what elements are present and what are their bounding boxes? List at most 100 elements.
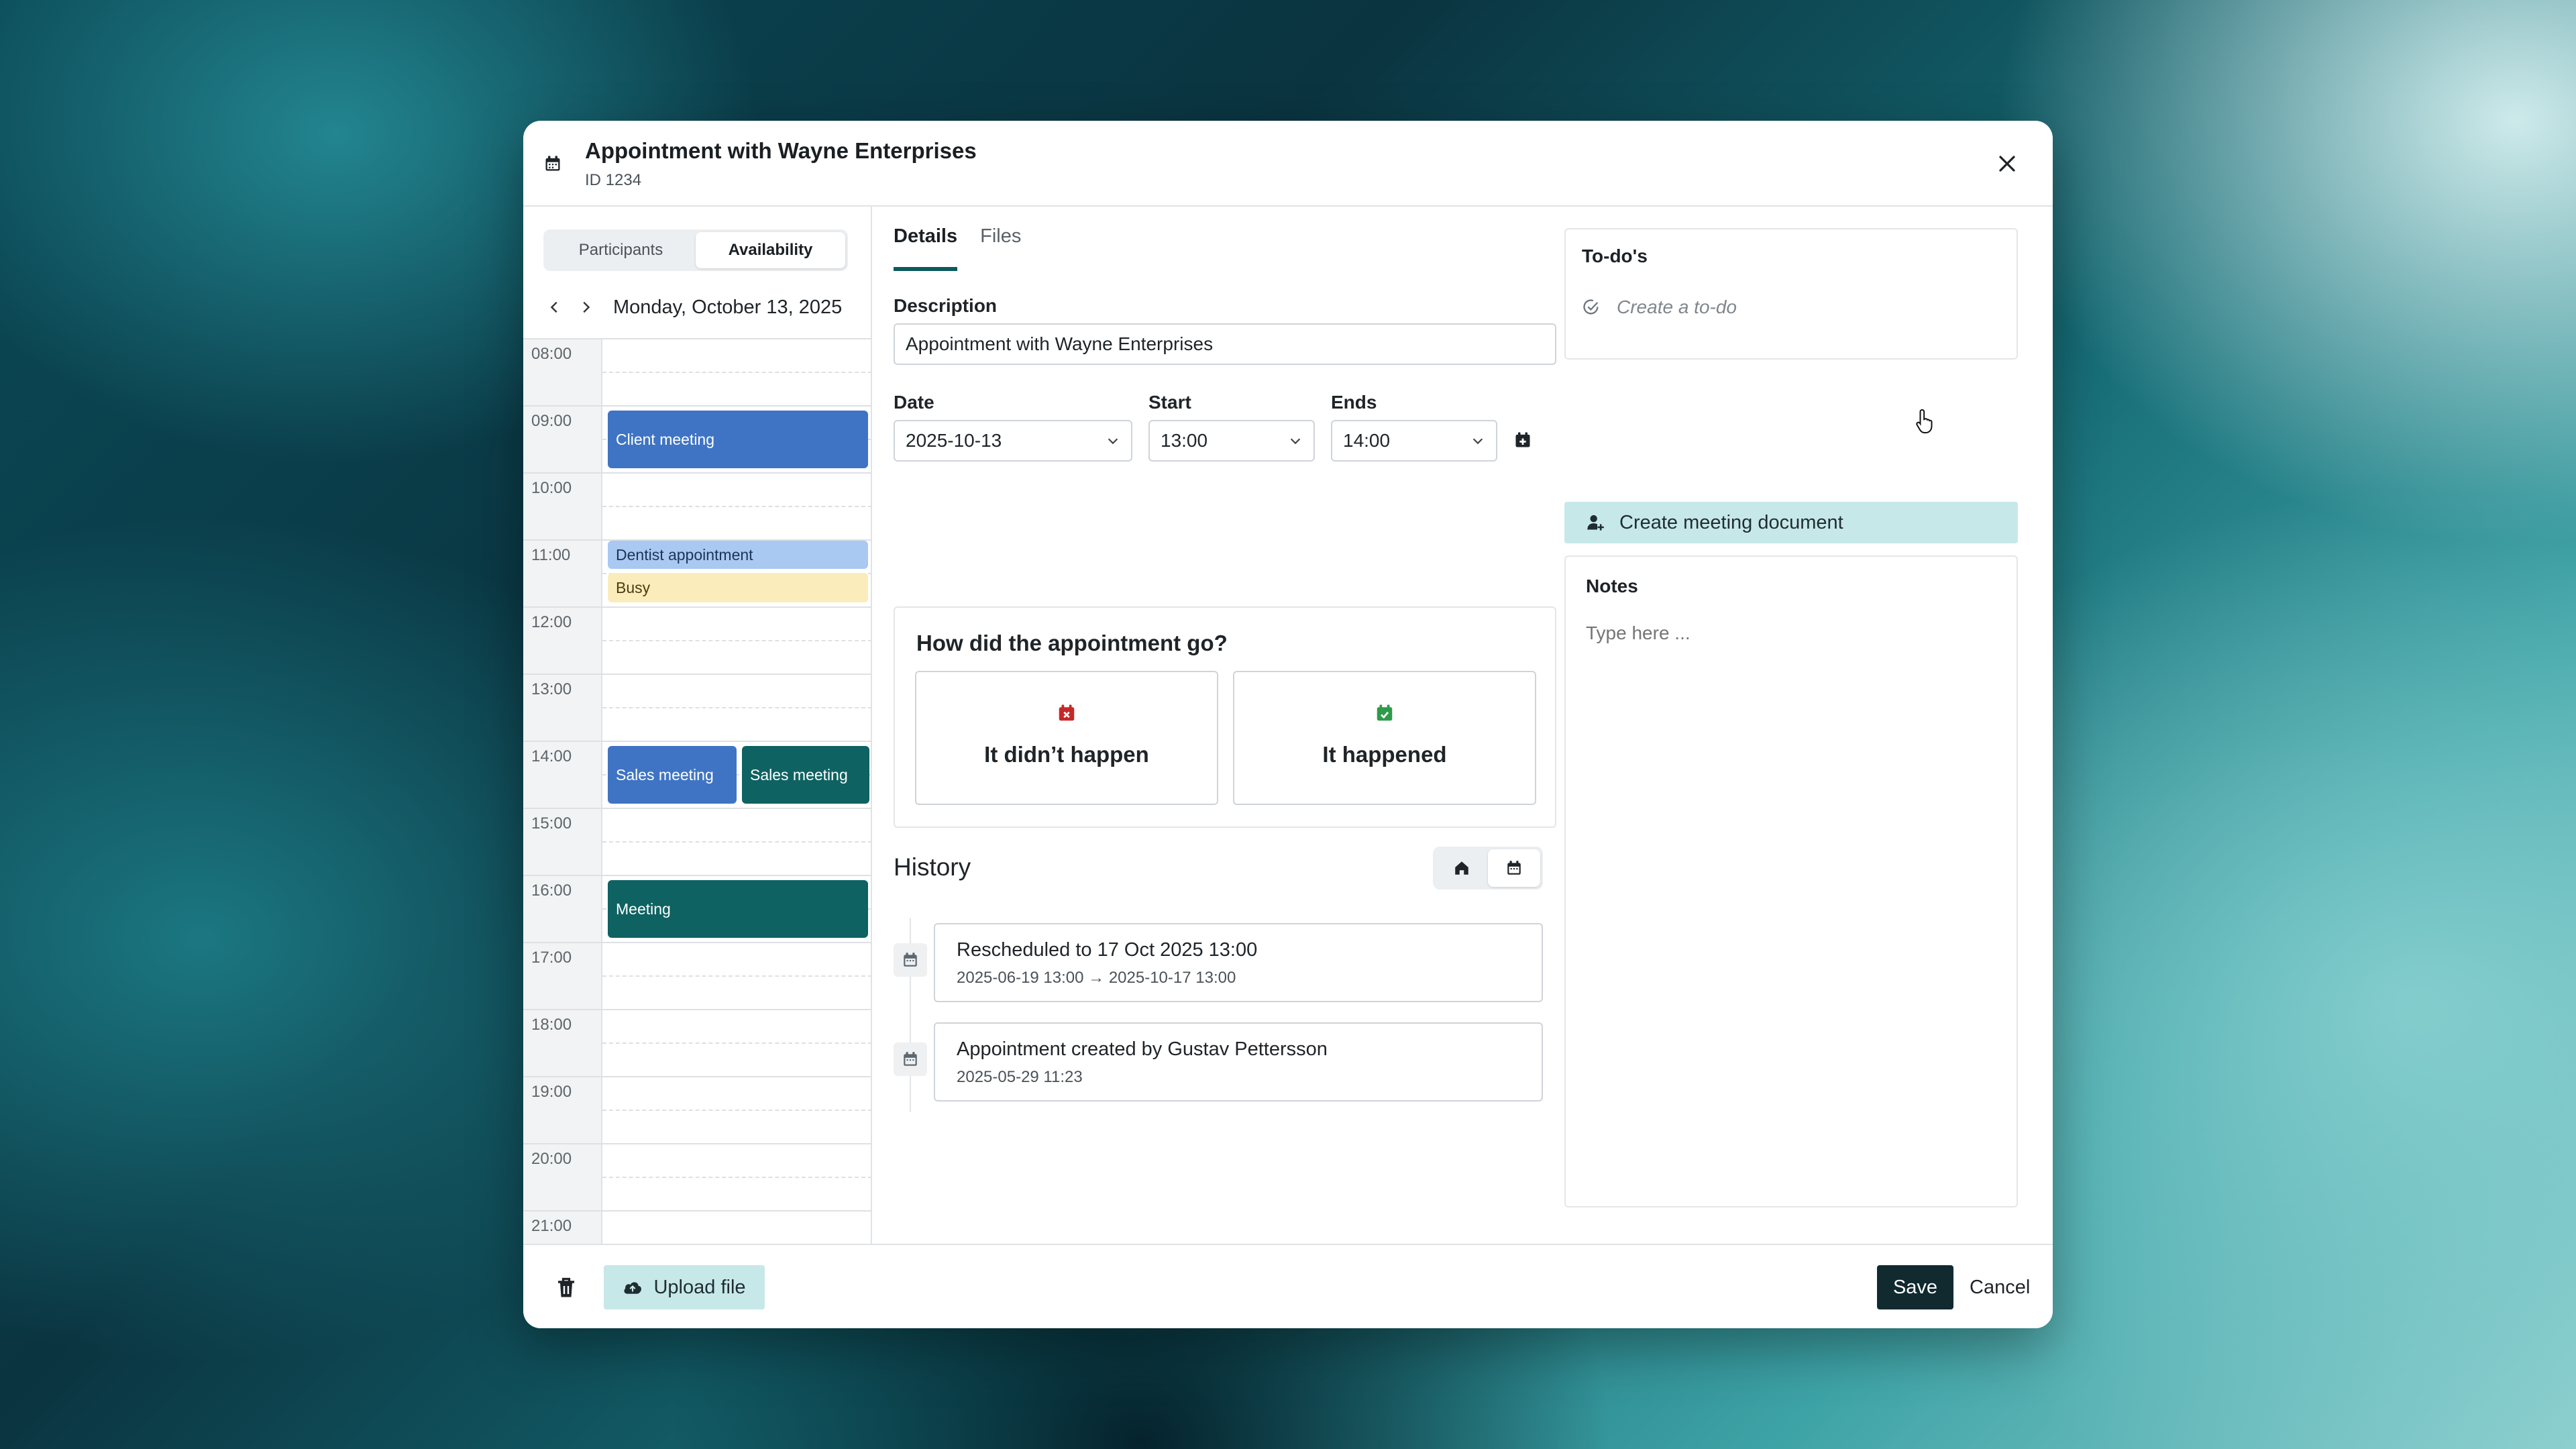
create-meeting-document-label: Create meeting document bbox=[1619, 511, 1843, 533]
close-button[interactable] bbox=[1994, 150, 2021, 177]
history-filter bbox=[1433, 847, 1543, 890]
availability-panel: Participants Availability Monday, Octobe… bbox=[523, 207, 872, 1244]
calendar-event[interactable]: Dentist appointment bbox=[608, 541, 868, 569]
day-navigation: Monday, October 13, 2025 bbox=[539, 292, 861, 322]
date-label: Date bbox=[894, 392, 934, 413]
history-entry: Appointment created by Gustav Pettersson… bbox=[934, 1022, 1543, 1102]
current-day-label: Monday, October 13, 2025 bbox=[613, 296, 843, 318]
hour-slot[interactable]: 15:00 bbox=[523, 808, 871, 875]
save-button[interactable]: Save bbox=[1877, 1265, 1953, 1309]
create-todo-input[interactable]: Create a to-do bbox=[1582, 297, 1737, 318]
chevron-right-icon bbox=[583, 301, 590, 313]
chevron-left-icon bbox=[550, 301, 557, 313]
hour-slot[interactable]: 18:00 bbox=[523, 1009, 871, 1076]
segment-availability[interactable]: Availability bbox=[696, 232, 845, 268]
tab-files[interactable]: Files bbox=[980, 207, 1021, 271]
check-circle-icon bbox=[1583, 299, 1599, 315]
description-value: Appointment with Wayne Enterprises bbox=[906, 333, 1214, 354]
hour-slot[interactable]: 21:00 bbox=[523, 1210, 871, 1244]
did-not-happen-label: It didn’t happen bbox=[984, 742, 1149, 767]
calendar-check-icon bbox=[1377, 704, 1393, 721]
hour-label: 16:00 bbox=[531, 881, 572, 900]
todo-section: To-do's Create a to-do bbox=[1564, 228, 2018, 360]
chevron-down-icon bbox=[1108, 438, 1118, 445]
next-day-button[interactable] bbox=[570, 292, 601, 322]
pointer-cursor-icon bbox=[1916, 409, 1933, 433]
start-time-select[interactable]: 13:00 bbox=[1148, 420, 1315, 462]
calendar-event[interactable]: Busy bbox=[608, 573, 868, 602]
hour-label: 10:00 bbox=[531, 479, 572, 497]
details-panel: Details Files Description Appointment wi… bbox=[872, 207, 1556, 1244]
calendar-event[interactable]: Client meeting bbox=[608, 411, 868, 468]
history-entry-detail: 2025-06-19 13:00 → 2025-10-17 13:00 bbox=[957, 969, 1236, 987]
chevron-down-icon bbox=[1290, 438, 1301, 445]
description-input[interactable]: Appointment with Wayne Enterprises bbox=[894, 323, 1556, 365]
create-meeting-document-button[interactable]: Create meeting document bbox=[1564, 502, 2018, 543]
hour-slot[interactable]: 12:00 bbox=[523, 606, 871, 674]
segment-participants[interactable]: Participants bbox=[546, 232, 696, 268]
tab-details[interactable]: Details bbox=[894, 207, 958, 271]
hour-label: 18:00 bbox=[531, 1016, 572, 1034]
start-label: Start bbox=[1148, 392, 1191, 413]
hour-slot[interactable]: 10:00 bbox=[523, 472, 871, 539]
hour-slot[interactable]: 19:00 bbox=[523, 1076, 871, 1143]
happened-button[interactable]: It happened bbox=[1233, 671, 1536, 805]
date-select[interactable]: 2025-10-13 bbox=[894, 420, 1132, 462]
ends-value: 14:00 bbox=[1343, 430, 1391, 451]
notes-input[interactable] bbox=[1586, 623, 1988, 644]
date-value: 2025-10-13 bbox=[906, 430, 1002, 451]
home-filter-button[interactable] bbox=[1436, 849, 1488, 887]
ends-label: Ends bbox=[1331, 392, 1377, 413]
calendar-icon bbox=[1507, 861, 1521, 875]
panel-switch: Participants Availability bbox=[543, 229, 848, 271]
hour-label: 13:00 bbox=[531, 680, 572, 698]
happened-label: It happened bbox=[1322, 742, 1447, 767]
hour-label: 17:00 bbox=[531, 949, 572, 967]
upload-file-label: Upload file bbox=[653, 1276, 746, 1298]
history-title: History bbox=[894, 853, 971, 881]
history-entry-title: Rescheduled to 17 Oct 2025 13:00 bbox=[957, 939, 1258, 961]
hour-slot[interactable]: 17:00 bbox=[523, 942, 871, 1009]
outcome-question: How did the appointment go? bbox=[916, 631, 1228, 655]
hour-slot[interactable]: 20:00 bbox=[523, 1143, 871, 1210]
previous-day-button[interactable] bbox=[539, 292, 570, 322]
create-todo-placeholder: Create a to-do bbox=[1617, 297, 1737, 317]
home-icon bbox=[1455, 861, 1468, 875]
hour-label: 15:00 bbox=[531, 814, 572, 833]
user-add-icon bbox=[1587, 515, 1604, 531]
trash-icon[interactable] bbox=[554, 1275, 578, 1301]
notes-section: Notes bbox=[1564, 555, 2018, 1208]
calendar-event[interactable]: Meeting bbox=[608, 880, 868, 938]
hour-label: 21:00 bbox=[531, 1217, 572, 1235]
calendar-icon bbox=[545, 156, 560, 171]
hour-slot[interactable]: 08:00 bbox=[523, 338, 871, 405]
day-grid: 08:00 09:00 10:00 11:00 12:00 13:00 14:0… bbox=[523, 338, 871, 1244]
hour-slot[interactable]: 13:00 bbox=[523, 674, 871, 741]
calendar-event[interactable]: Sales meeting bbox=[742, 746, 869, 804]
chevron-down-icon bbox=[1472, 438, 1483, 445]
history-entry-detail: 2025-05-29 11:23 bbox=[957, 1068, 1083, 1086]
history-entry-icon bbox=[894, 943, 927, 977]
calendar-icon bbox=[904, 1052, 917, 1066]
outcome-section: How did the appointment go? It didn’t ha… bbox=[894, 606, 1556, 828]
close-icon bbox=[1999, 156, 2015, 172]
hour-label: 11:00 bbox=[531, 546, 571, 564]
hour-label: 19:00 bbox=[531, 1083, 572, 1101]
cloud-upload-icon bbox=[624, 1282, 642, 1294]
notes-title: Notes bbox=[1586, 576, 1638, 596]
calendar-cancel-icon bbox=[1059, 704, 1075, 721]
calendar-icon bbox=[904, 953, 917, 967]
history-entry-icon bbox=[894, 1042, 927, 1076]
add-to-calendar-icon[interactable] bbox=[1513, 431, 1532, 449]
history-entry-title: Appointment created by Gustav Pettersson bbox=[957, 1038, 1328, 1060]
details-tabs: Details Files bbox=[894, 207, 1044, 271]
calendar-event[interactable]: Sales meeting bbox=[608, 746, 737, 804]
appointment-dialog: Appointment with Wayne Enterprises ID 12… bbox=[523, 121, 2053, 1328]
cancel-button[interactable]: Cancel bbox=[1970, 1265, 2030, 1309]
upload-file-button[interactable]: Upload file bbox=[604, 1265, 765, 1309]
calendar-filter-button[interactable] bbox=[1488, 849, 1540, 887]
hour-label: 14:00 bbox=[531, 747, 572, 765]
end-time-select[interactable]: 14:00 bbox=[1331, 420, 1497, 462]
did-not-happen-button[interactable]: It didn’t happen bbox=[915, 671, 1218, 805]
hour-label: 20:00 bbox=[531, 1150, 572, 1168]
